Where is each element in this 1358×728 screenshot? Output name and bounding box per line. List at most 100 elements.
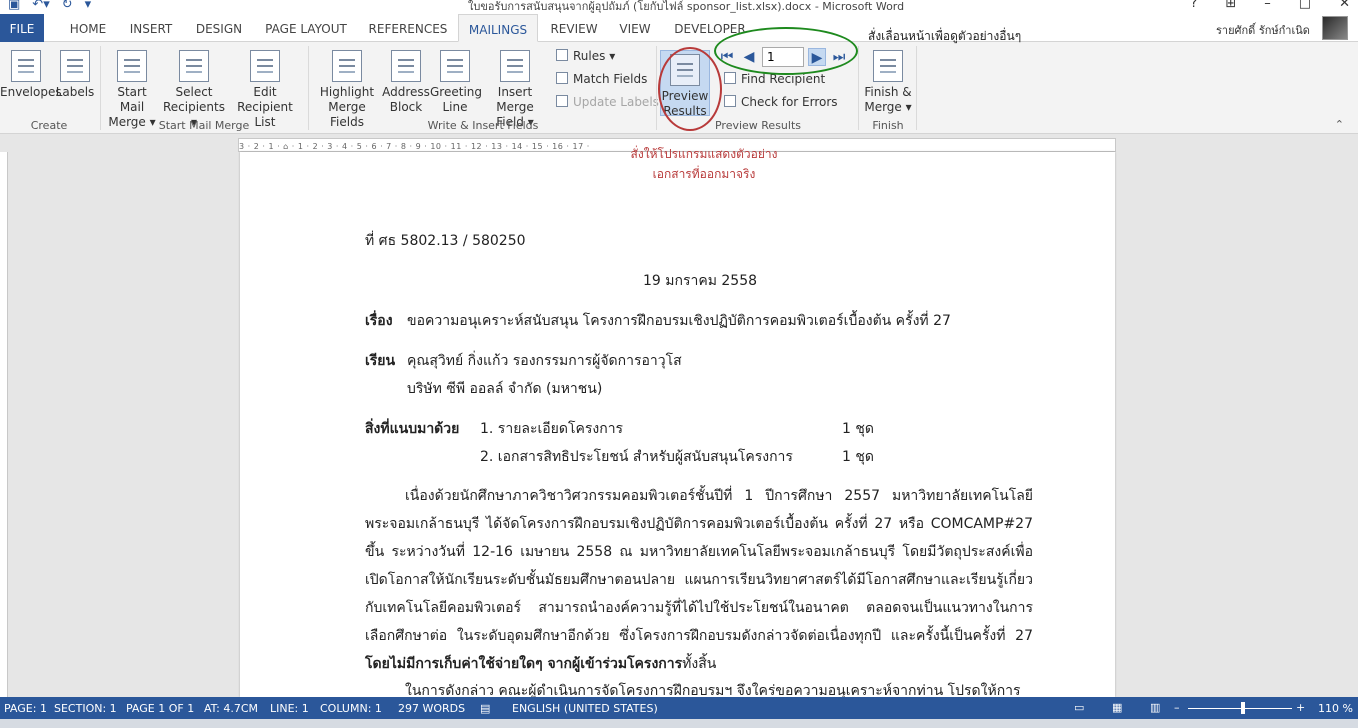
status-page[interactable]: PAGE: 1 [4,702,47,715]
select-recipients-icon [179,50,209,82]
tab-home[interactable]: HOME [60,14,116,42]
insert-merge-field-icon [500,50,530,82]
rules-icon [556,49,568,61]
status-language[interactable]: ENGLISH (UNITED STATES) [512,702,658,715]
close-icon[interactable]: ✕ [1339,0,1350,11]
window-title: ใบขอรับการสนับสนุนจากผู้อุปถัมภ์ (โยกับไ… [468,0,905,13]
rules-button[interactable]: Rules ▾ [556,49,615,63]
attachment-2-qty: 1 ชุด [842,449,874,465]
check-for-errors-button[interactable]: Check for Errors [724,95,838,109]
tab-page-layout[interactable]: PAGE LAYOUT [258,14,354,42]
recipient-line-1: คุณสุวิทย์ กิ่งแก้ว รองกรรมการผู้จัดการอ… [407,353,682,369]
recipient-line-2: บริษัท ซีพี ออลล์ จำกัด (มหาชน) [407,381,603,397]
attachment-1-qty: 1 ชุด [842,421,874,437]
user-name[interactable]: รายศักดิ์ รักษ์กำเนิด [1216,21,1310,39]
save-icon[interactable]: ▣ [8,0,20,12]
group-label-write-insert: Write & Insert Fields [427,119,539,132]
status-column[interactable]: COLUMN: 1 [320,702,382,715]
match-fields-icon [556,72,568,84]
taskbar [0,719,1358,728]
highlight-merge-fields-button[interactable]: Highlight Merge Fields [312,50,382,130]
edit-recipient-list-icon [250,50,280,82]
title-bar: ▣ ↶▾ ↻ ▾ ใบขอรับการสนับสนุนจากผู้อุปถัมภ… [0,0,1358,14]
tab-mailings[interactable]: MAILINGS [458,14,538,42]
highlight-icon [332,50,362,82]
group-label-finish: Finish [872,119,904,132]
tab-references[interactable]: REFERENCES [364,14,452,42]
envelopes-button[interactable]: Envelopes [0,50,62,100]
find-recipient-icon [724,72,736,84]
avatar[interactable] [1322,16,1348,40]
ribbon-tabs: FILE HOME INSERT DESIGN PAGE LAYOUT REFE… [0,14,1358,42]
address-block-button[interactable]: Address Block [382,50,430,115]
help-icon[interactable]: ? [1190,0,1197,11]
select-recipients-button[interactable]: Select Recipients ▾ [160,50,228,130]
edit-recipient-list-button[interactable]: Edit Recipient List [228,50,302,130]
collapse-ribbon-icon[interactable]: ⌃ [1335,118,1344,131]
tab-review[interactable]: REVIEW [546,14,602,42]
maximize-icon[interactable]: □ [1299,0,1311,11]
zoom-slider[interactable] [1188,708,1292,709]
group-separator [916,46,917,130]
vertical-ruler[interactable] [0,152,8,697]
tab-file[interactable]: FILE [0,14,44,42]
annotation-navigation-note: สั่งเลื่อนหน้าเพื่อดูตัวอย่างอื่นๆ [868,29,1022,43]
group-separator [858,46,859,130]
body-bold-text: โดยไม่มีการเก็บค่าใช้จ่ายใดๆ จากผู้เข้าร… [365,656,683,672]
match-fields-button[interactable]: Match Fields [556,72,647,86]
body-text: เนื่องด้วยนักศึกษาภาควิชาวิศวกรรมคอมพิวเ… [365,488,1033,644]
body-paragraph: เนื่องด้วยนักศึกษาภาควิชาวิศวกรรมคอมพิวเ… [365,482,1033,678]
attachment-1: 1. รายละเอียดโครงการ [480,421,624,437]
status-line[interactable]: LINE: 1 [270,702,309,715]
read-mode-icon[interactable]: ▭ [1074,701,1084,714]
window-controls: ? ⊞ – □ ✕ [1190,0,1350,11]
print-layout-icon[interactable]: ▦ [1112,701,1122,714]
tab-insert[interactable]: INSERT [122,14,180,42]
web-layout-icon[interactable]: ▥ [1150,701,1160,714]
labels-button[interactable]: Labels [54,50,96,100]
update-labels-button[interactable]: Update Labels [556,95,659,109]
annotation-preview-note: สั่งให้โปรแกรมแสดงตัวอย่าง เอกสารที่ออกม… [630,147,778,181]
update-labels-icon [556,95,568,107]
annotation-circle-navigation [714,27,858,75]
undo-icon[interactable]: ↶▾ [32,0,49,12]
greeting-line-button[interactable]: Greeting Line [430,50,482,115]
labels-icon [60,50,90,82]
status-page-of[interactable]: PAGE 1 OF 1 [126,702,194,715]
finish-merge-button[interactable]: Finish & Merge ▾ [862,50,914,115]
zoom-slider-thumb[interactable] [1241,702,1245,714]
envelope-icon [11,50,41,82]
customize-qat-icon[interactable]: ▾ [85,0,92,12]
zoom-in-icon[interactable]: + [1296,701,1305,714]
subject-text: ขอความอนุเคราะห์สนับสนุน โครงการฝึกอบรมเ… [407,313,951,329]
tab-view[interactable]: VIEW [612,14,658,42]
finish-merge-icon [873,50,903,82]
start-mail-merge-button[interactable]: Start Mail Merge ▾ [104,50,160,130]
address-block-icon [391,50,421,82]
status-words[interactable]: 297 WORDS [398,702,465,715]
proofing-icon[interactable]: ▤ [480,702,490,715]
status-at[interactable]: AT: 4.7CM [204,702,258,715]
zoom-out-icon[interactable]: – [1174,701,1180,714]
redo-icon[interactable]: ↻ [62,0,73,12]
group-label-create: Create [30,119,68,132]
group-separator [656,46,657,130]
body-text-end: ทั้งสิ้น [682,656,717,672]
minimize-icon[interactable]: – [1264,0,1271,11]
attachment-2: 2. เอกสารสิทธิประโยชน์ สำหรับผู้สนับสนุน… [480,449,793,465]
annotation-circle-preview [658,47,722,131]
quick-access-toolbar: ▣ ↶▾ ↻ ▾ [8,0,91,12]
tab-design[interactable]: DESIGN [190,14,248,42]
ribbon-display-icon[interactable]: ⊞ [1225,0,1236,11]
insert-merge-field-button[interactable]: Insert Merge Field ▾ [480,50,550,130]
greeting-line-icon [440,50,470,82]
recipient-label: เรียน [365,353,396,369]
word-window: ▣ ↶▾ ↻ ▾ ใบขอรับการสนับสนุนจากผู้อุปถัมภ… [0,0,1358,728]
subject-label: เรื่อง [365,313,393,329]
letter-date: 19 มกราคม 2558 [643,273,758,289]
status-zoom[interactable]: 110 % [1318,702,1353,715]
status-section[interactable]: SECTION: 1 [54,702,117,715]
document-page[interactable]: ที่ ศธ 5802.13 / 580250 19 มกราคม 2558 เ… [240,152,1115,699]
reference-number: ที่ ศธ 5802.13 / 580250 [365,233,526,249]
status-bar: PAGE: 1 SECTION: 1 PAGE 1 OF 1 AT: 4.7CM… [0,697,1358,719]
